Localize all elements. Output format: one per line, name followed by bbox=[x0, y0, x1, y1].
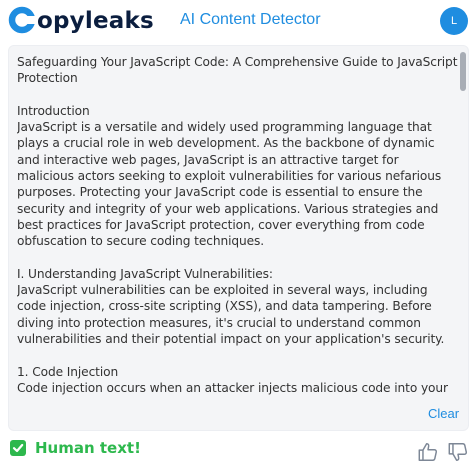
document-text-area[interactable]: Safeguarding Your JavaScript Code: A Com… bbox=[17, 54, 458, 396]
user-avatar[interactable]: L bbox=[440, 7, 468, 35]
result-label: Human text! bbox=[35, 439, 141, 457]
thumbs-down-icon bbox=[448, 443, 468, 461]
document-text: Safeguarding Your JavaScript Code: A Com… bbox=[17, 55, 458, 395]
logo-c-icon bbox=[8, 6, 36, 34]
check-icon bbox=[10, 440, 26, 456]
app-title: AI Content Detector bbox=[180, 11, 321, 28]
scrollbar-thumb[interactable] bbox=[460, 52, 466, 91]
text-panel: Safeguarding Your JavaScript Code: A Com… bbox=[8, 45, 469, 431]
app-header: opyleaks AI Content Detector L bbox=[0, 0, 474, 42]
thumbs-up-button[interactable] bbox=[417, 441, 439, 463]
logo-text: opyleaks bbox=[37, 7, 154, 34]
thumbs-down-button[interactable] bbox=[447, 441, 469, 463]
copyleaks-logo[interactable]: opyleaks bbox=[8, 3, 154, 37]
thumbs-up-icon bbox=[418, 443, 438, 461]
detection-result: Human text! bbox=[10, 438, 141, 458]
scrollbar[interactable] bbox=[459, 50, 467, 396]
clear-button[interactable]: Clear bbox=[428, 406, 459, 421]
